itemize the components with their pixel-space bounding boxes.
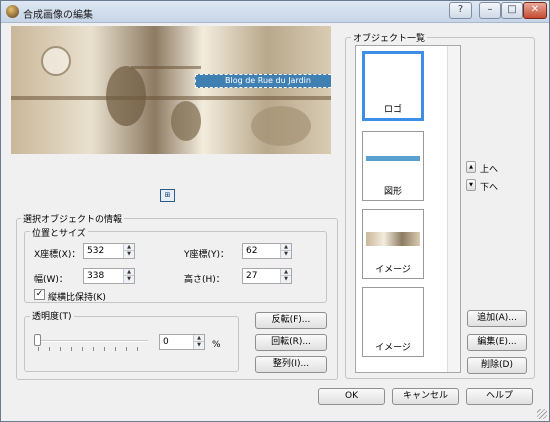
transparency-slider-thumb[interactable]: [34, 334, 41, 346]
flip-button[interactable]: 反転(F)...: [255, 312, 327, 329]
down-arrow-icon[interactable]: ▼: [124, 276, 134, 283]
preview-scene-plant: [171, 101, 201, 141]
app-icon: [6, 5, 19, 18]
down-arrow-icon[interactable]: ▼: [281, 276, 291, 283]
up-arrow-icon[interactable]: ▲: [194, 335, 204, 342]
height-value: 27: [246, 271, 258, 281]
cancel-button[interactable]: キャンセル: [392, 388, 459, 405]
down-arrow-icon[interactable]: ▼: [194, 342, 204, 349]
y-stepper[interactable]: 62 ▲ ▼: [242, 243, 292, 259]
x-stepper[interactable]: 532 ▲ ▼: [83, 243, 135, 259]
object-list-legend: オブジェクト一覧: [351, 31, 428, 44]
transparency-value: 0: [163, 337, 169, 347]
up-arrow-icon[interactable]: ▲: [281, 244, 291, 251]
preview-scene-shelf: [131, 66, 201, 69]
up-arrow-icon[interactable]: ▲: [124, 244, 134, 251]
transparency-unit: %: [212, 340, 221, 350]
height-stepper-arrows[interactable]: ▲ ▼: [280, 269, 291, 283]
align-button[interactable]: 整列(I)...: [255, 356, 327, 373]
position-size-legend: 位置とサイズ: [30, 226, 88, 239]
down-arrow-icon[interactable]: ▼: [124, 251, 134, 258]
x-label: X座標(X)：: [34, 250, 81, 260]
maximize-button[interactable]: □: [501, 2, 523, 19]
object-item-image-2[interactable]: イメージ: [362, 287, 424, 357]
ok-button[interactable]: OK: [318, 388, 385, 405]
compose-image-dialog: 合成画像の編集 ? – □ ✕ Blog de Rue du Jardin ⊞ …: [0, 0, 550, 422]
help-button[interactable]: ヘルプ: [466, 388, 533, 405]
move-up-arrow-icon[interactable]: ▲: [466, 161, 476, 173]
height-stepper[interactable]: 27 ▲ ▼: [242, 268, 292, 284]
minimize-button[interactable]: –: [479, 2, 501, 19]
help-window-button[interactable]: ?: [449, 2, 472, 19]
width-stepper[interactable]: 338 ▲ ▼: [83, 268, 135, 284]
object-item-label: イメージ: [375, 265, 411, 275]
preview-scene-shelf: [11, 96, 331, 100]
add-button[interactable]: 追加(A)...: [467, 310, 527, 327]
x-value: 532: [87, 246, 105, 256]
up-arrow-icon[interactable]: ▲: [124, 269, 134, 276]
object-item-shape[interactable]: 図形: [362, 131, 424, 201]
width-label: 幅(W)：: [34, 275, 68, 285]
width-value: 338: [87, 271, 105, 281]
object-list-scrollbar[interactable]: [447, 46, 460, 372]
transparency-slider-ticks: [38, 347, 148, 351]
width-stepper-arrows[interactable]: ▲ ▼: [123, 269, 134, 283]
image-preview-thumb: [366, 232, 420, 246]
rotate-button[interactable]: 回転(R)...: [255, 334, 327, 351]
keep-ratio-checkbox[interactable]: ✓: [34, 289, 45, 300]
object-item-label: イメージ: [375, 343, 411, 353]
image-preview[interactable]: Blog de Rue du Jardin: [11, 26, 331, 154]
move-handle-icon[interactable]: ⊞: [160, 189, 175, 202]
up-arrow-icon[interactable]: ▲: [281, 269, 291, 276]
preview-scene-shelf-items: [251, 106, 311, 146]
logo-object-overlay[interactable]: Blog de Rue du Jardin: [195, 74, 331, 88]
preview-scene-basket: [106, 66, 146, 126]
edit-button[interactable]: 編集(E)...: [467, 334, 527, 351]
move-up-label[interactable]: 上へ: [480, 162, 498, 175]
move-down-label[interactable]: 下へ: [480, 180, 498, 193]
x-stepper-arrows[interactable]: ▲ ▼: [123, 244, 134, 258]
y-stepper-arrows[interactable]: ▲ ▼: [280, 244, 291, 258]
title-bar[interactable]: 合成画像の編集 ? – □ ✕: [1, 1, 549, 23]
y-label: Y座標(Y)：: [184, 250, 230, 260]
transparency-legend: 透明度(T): [30, 309, 74, 322]
preview-scene-wreath: [41, 46, 71, 76]
delete-button[interactable]: 削除(D): [467, 357, 527, 374]
transparency-slider-track[interactable]: [36, 340, 148, 342]
object-item-image[interactable]: イメージ: [362, 209, 424, 279]
move-down-arrow-icon[interactable]: ▼: [466, 179, 476, 191]
down-arrow-icon[interactable]: ▼: [281, 251, 291, 258]
shape-preview-bar: [366, 156, 420, 161]
object-item-label: ロゴ: [383, 105, 402, 115]
transparency-stepper-arrows[interactable]: ▲ ▼: [193, 335, 204, 349]
object-item-label: 図形: [383, 187, 402, 197]
height-label: 高さ(H)：: [184, 275, 225, 285]
transparency-group: [24, 316, 239, 372]
y-value: 62: [246, 246, 258, 256]
window-title: 合成画像の編集: [23, 10, 93, 21]
transparency-stepper[interactable]: 0 ▲ ▼: [159, 334, 205, 350]
object-list[interactable]: ロゴ 図形 イメージ イメージ: [355, 45, 461, 373]
resize-grip-icon[interactable]: [537, 409, 547, 419]
close-button[interactable]: ✕: [523, 2, 547, 19]
keep-ratio-label[interactable]: 縦横比保持(K): [48, 290, 106, 303]
object-item-logo[interactable]: ロゴ: [362, 51, 424, 121]
selected-object-legend: 選択オブジェクトの情報: [21, 212, 125, 225]
